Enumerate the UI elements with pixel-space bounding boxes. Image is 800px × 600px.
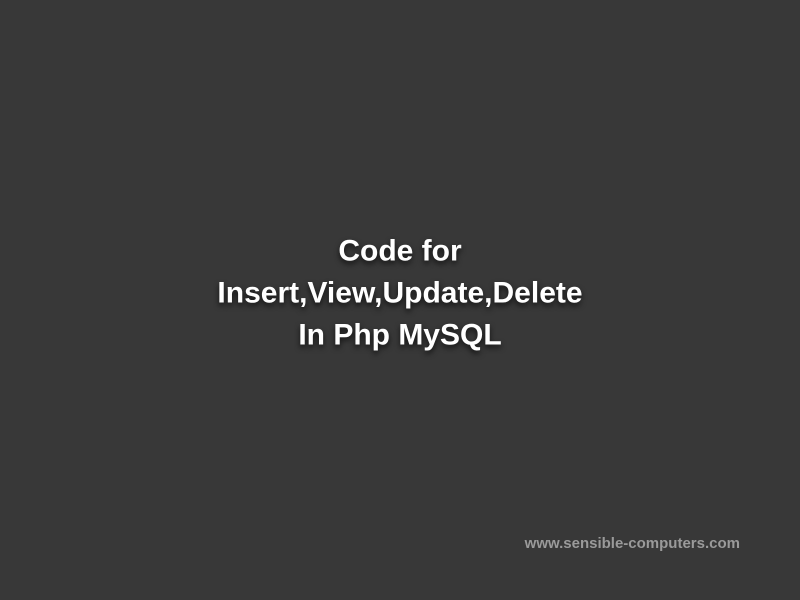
main-title: Code for Insert,View,Update,Delete In Ph… (0, 231, 800, 357)
title-line-1: Code for (0, 231, 800, 273)
title-line-3: In Php MySQL (0, 315, 800, 357)
title-line-2: Insert,View,Update,Delete (0, 273, 800, 315)
watermark-text: www.sensible-computers.com (525, 535, 740, 552)
